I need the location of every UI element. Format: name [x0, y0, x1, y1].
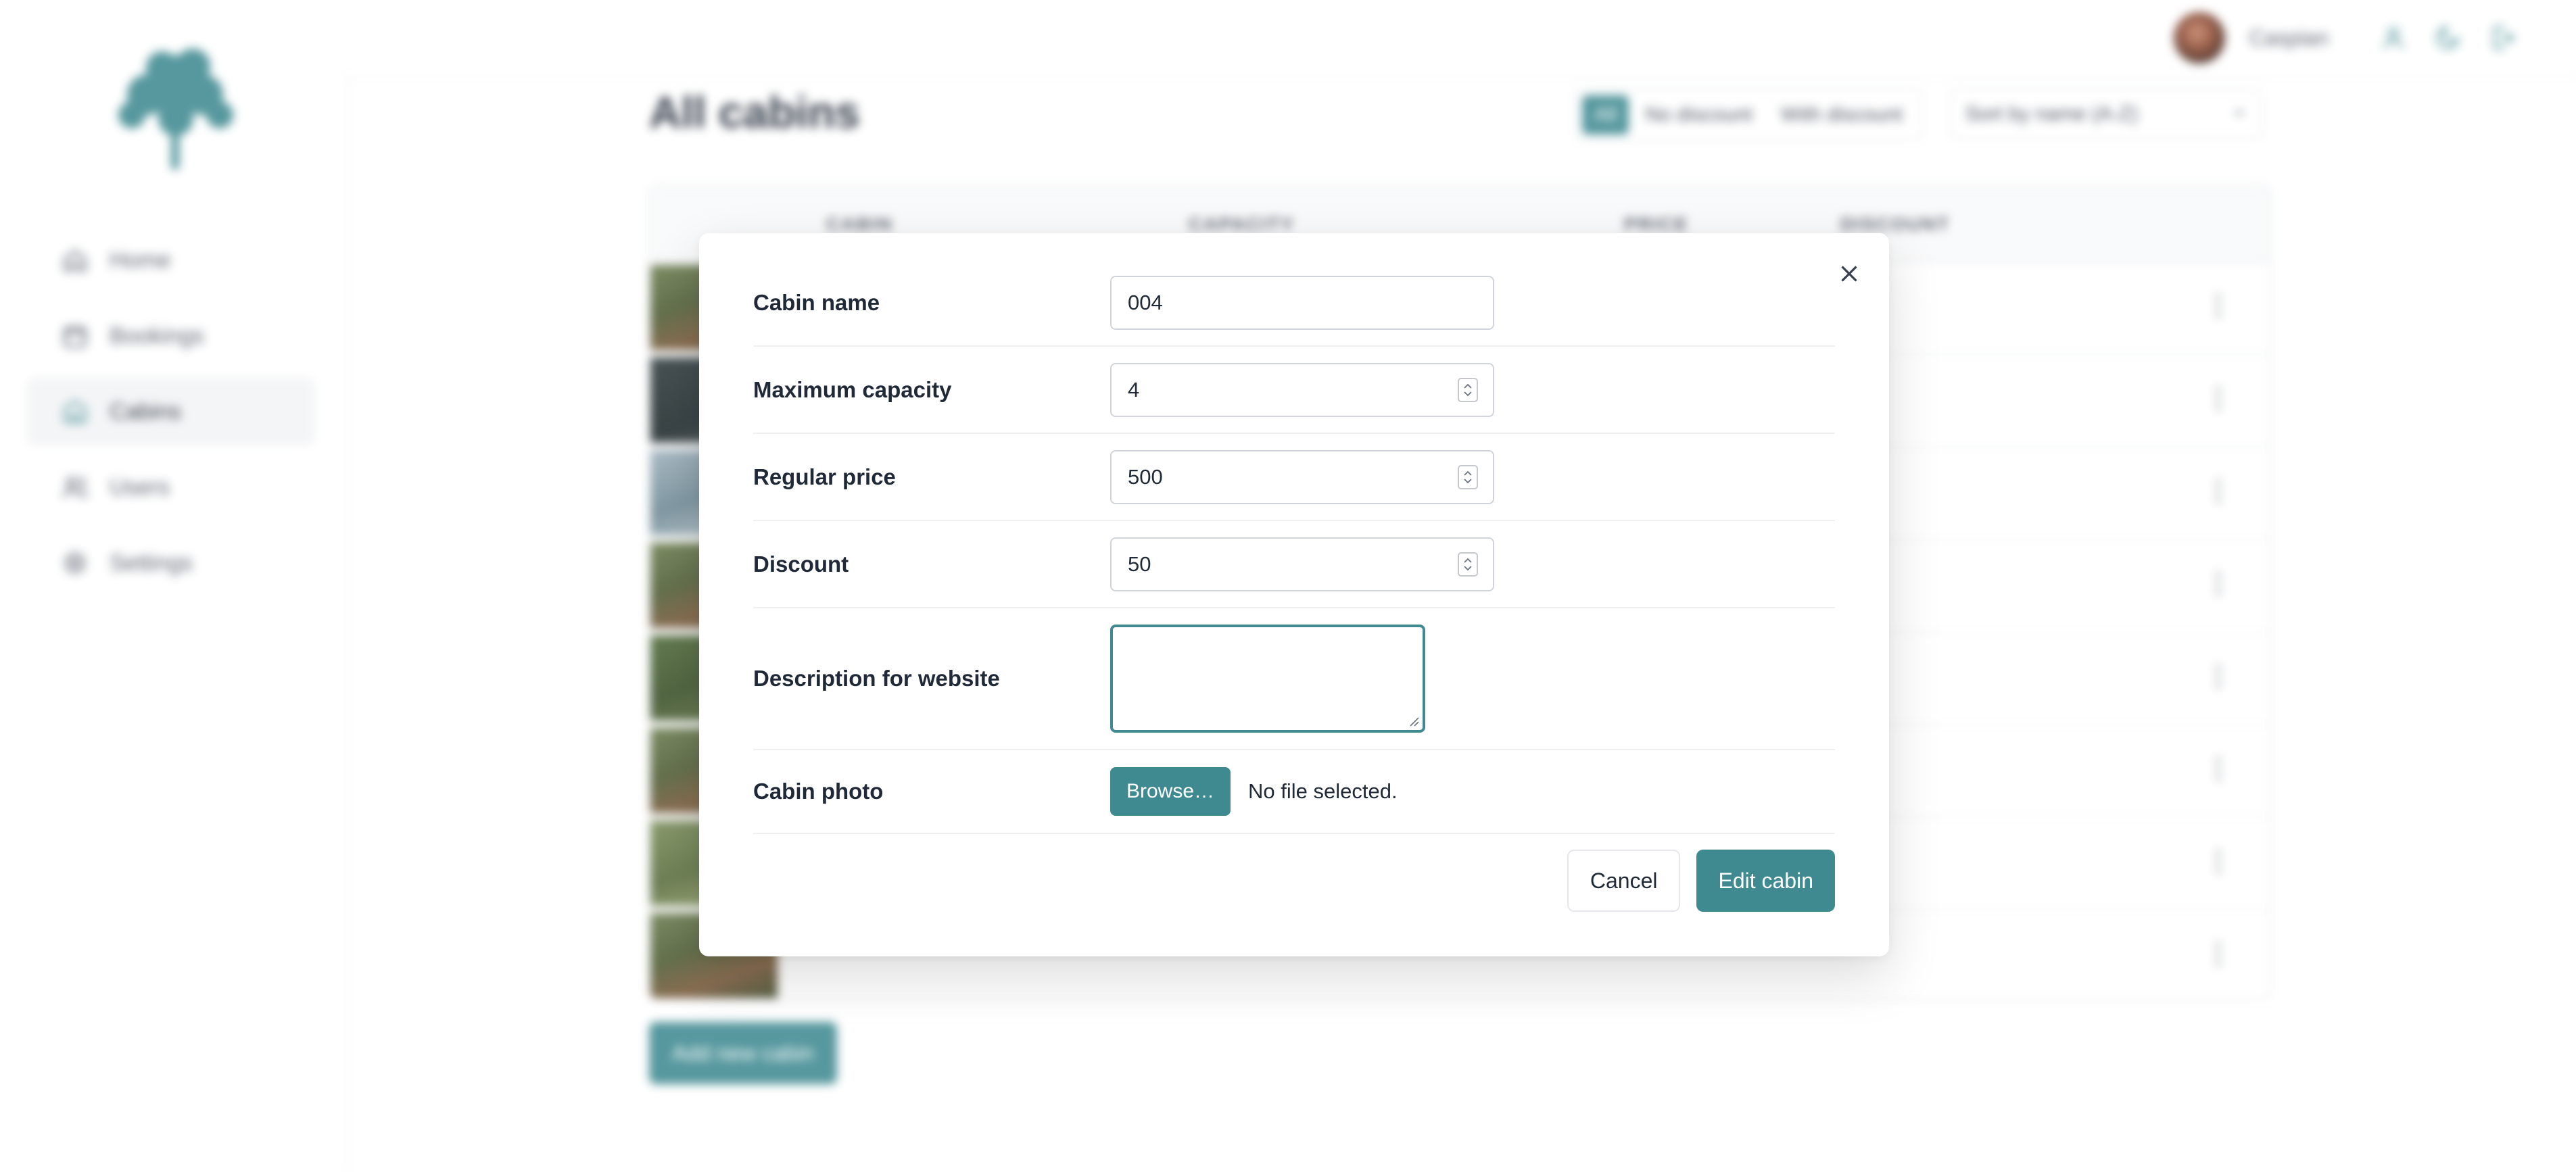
- close-icon: [1837, 262, 1861, 288]
- cabin-name-label: Cabin name: [753, 290, 880, 315]
- description-label: Description for website: [753, 666, 1000, 691]
- form-row-discount: Discount 50: [753, 521, 1835, 608]
- form-row-name: Cabin name 004: [753, 260, 1835, 347]
- cancel-button[interactable]: Cancel: [1567, 850, 1681, 912]
- number-stepper-icon[interactable]: [1458, 552, 1478, 577]
- number-stepper-icon[interactable]: [1458, 377, 1478, 402]
- edit-cabin-button[interactable]: Edit cabin: [1696, 850, 1835, 912]
- cabin-name-input[interactable]: 004: [1110, 276, 1494, 330]
- regular-price-label: Regular price: [753, 464, 896, 489]
- max-capacity-input[interactable]: 4: [1110, 362, 1494, 417]
- discount-value: 50: [1128, 552, 1151, 576]
- discount-input[interactable]: 50: [1110, 537, 1494, 591]
- form-row-photo: Cabin photo Browse… No file selected.: [753, 750, 1835, 834]
- form-row-capacity: Maximum capacity 4: [753, 347, 1835, 434]
- description-textarea[interactable]: [1110, 625, 1425, 733]
- cabin-name-value: 004: [1128, 291, 1163, 314]
- form-row-price: Regular price 500: [753, 434, 1835, 521]
- file-status: No file selected.: [1248, 779, 1398, 803]
- edit-cabin-modal: Cabin name 004 Maximum capacity 4 Regula…: [699, 233, 1889, 956]
- discount-label: Discount: [753, 551, 849, 577]
- cabin-photo-label: Cabin photo: [753, 779, 884, 804]
- max-capacity-label: Maximum capacity: [753, 376, 952, 402]
- resize-handle-icon[interactable]: [1406, 714, 1420, 727]
- regular-price-value: 500: [1128, 464, 1163, 489]
- form-row-description: Description for website: [753, 608, 1835, 750]
- close-modal-button[interactable]: [1832, 258, 1866, 291]
- browse-file-button[interactable]: Browse…: [1110, 767, 1231, 816]
- regular-price-input[interactable]: 500: [1110, 449, 1494, 504]
- edit-cabin-form: Cabin name 004 Maximum capacity 4 Regula…: [753, 260, 1835, 834]
- max-capacity-value: 4: [1128, 377, 1140, 401]
- number-stepper-icon[interactable]: [1458, 464, 1478, 489]
- modal-actions: Cancel Edit cabin: [1567, 850, 1835, 912]
